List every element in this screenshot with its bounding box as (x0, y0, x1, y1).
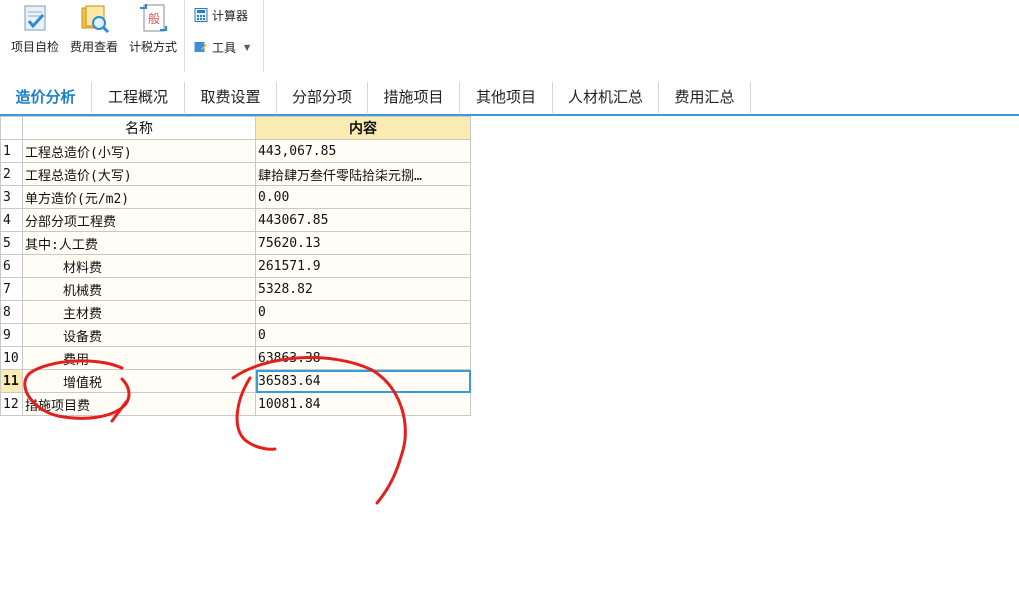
row-name-cell[interactable]: 费用 (22, 346, 256, 370)
table-row[interactable]: 5 其中:人工费 75620.13 (0, 231, 471, 255)
row-name: 机械费 (63, 283, 103, 299)
row-value[interactable]: 443067.85 (255, 208, 471, 232)
tax-method-button[interactable]: 般 计税方式 (125, 0, 181, 72)
row-number[interactable]: 7 (0, 277, 23, 301)
toolbar-divider (184, 0, 185, 72)
row-number[interactable]: 1 (0, 139, 23, 163)
table-row[interactable]: 7 机械费 5328.82 (0, 277, 471, 301)
row-number[interactable]: 4 (0, 208, 23, 232)
row-name: 增值税 (63, 375, 103, 391)
row-value[interactable]: 443,067.85 (255, 139, 471, 163)
toolbar-divider (263, 0, 264, 72)
row-number[interactable]: 5 (0, 231, 23, 255)
tab-bar: 造价分析 工程概况 取费设置 分部分项 措施项目 其他项目 人材机汇总 费用汇总 (0, 80, 1019, 116)
tools-icon (194, 42, 207, 52)
cost-search-icon (81, 5, 110, 34)
row-number[interactable]: 2 (0, 162, 23, 186)
cost-analysis-table: 名称 内容 1 工程总造价(小写) 443,067.85 2 工程总造价(大写)… (0, 116, 471, 416)
row-number[interactable]: 8 (0, 300, 23, 324)
row-name[interactable]: 单方造价(元/m2) (22, 185, 256, 209)
row-value[interactable]: 5328.82 (255, 277, 471, 301)
table-row[interactable]: 12 措施项目费 10081.84 (0, 392, 471, 416)
cost-view-button[interactable]: 费用查看 (66, 0, 122, 72)
row-number[interactable]: 6 (0, 254, 23, 278)
column-header-content[interactable]: 内容 (255, 116, 471, 140)
tools-dropdown-button[interactable]: 工具 ▼ (194, 37, 250, 57)
row-value[interactable]: 75620.13 (255, 231, 471, 255)
row-value[interactable]: 肆拾肆万叁仟零陆拾柒元捌… (255, 162, 471, 186)
row-name-cell[interactable]: 增值税 (22, 369, 256, 393)
table-row[interactable]: 2 工程总造价(大写) 肆拾肆万叁仟零陆拾柒元捌… (0, 162, 471, 186)
project-check-button[interactable]: 项目自检 (7, 0, 63, 72)
table-row[interactable]: 1 工程总造价(小写) 443,067.85 (0, 139, 471, 163)
row-name[interactable]: 工程总造价(大写) (22, 162, 256, 186)
svg-text:般: 般 (148, 11, 160, 26)
check-document-icon (24, 5, 46, 31)
row-name[interactable]: 其中:人工费 (22, 231, 256, 255)
row-value[interactable]: 10081.84 (255, 392, 471, 416)
row-number[interactable]: 11 (0, 369, 23, 393)
row-number[interactable]: 9 (0, 323, 23, 347)
tab-labor-material-summary[interactable]: 人材机汇总 (553, 82, 659, 113)
tab-sub-items[interactable]: 分部分项 (277, 82, 368, 113)
tab-measures[interactable]: 措施项目 (368, 82, 460, 113)
row-name: 主材费 (63, 306, 103, 322)
table-row-selected[interactable]: 11 增值税 36583.64 (0, 369, 471, 393)
table-row[interactable]: 10 费用 63863.38 (0, 346, 471, 370)
chevron-down-icon: ▼ (244, 42, 251, 52)
calculator-icon (194, 8, 208, 22)
row-name[interactable]: 工程总造价(小写) (22, 139, 256, 163)
row-name-cell[interactable]: 设备费 (22, 323, 256, 347)
row-value[interactable]: 0 (255, 323, 471, 347)
tab-cost-analysis[interactable]: 造价分析 (0, 82, 92, 113)
table-row[interactable]: 4 分部分项工程费 443067.85 (0, 208, 471, 232)
row-value-selected-cell[interactable]: 36583.64 (255, 369, 471, 393)
row-name-cell[interactable]: 材料费 (22, 254, 256, 278)
row-name: 材料费 (63, 260, 103, 276)
row-number[interactable]: 3 (0, 185, 23, 209)
row-name-cell[interactable]: 机械费 (22, 277, 256, 301)
tab-fee-settings[interactable]: 取费设置 (185, 82, 277, 113)
table-row[interactable]: 9 设备费 0 (0, 323, 471, 347)
row-name: 设备费 (63, 329, 103, 345)
row-value[interactable]: 63863.38 (255, 346, 471, 370)
table-header-row: 名称 内容 (0, 116, 471, 140)
row-value[interactable]: 261571.9 (255, 254, 471, 278)
row-value[interactable]: 0.00 (255, 185, 471, 209)
row-name: 费用 (63, 352, 90, 368)
tab-cost-summary[interactable]: 费用汇总 (659, 82, 751, 113)
calculator-button[interactable]: 计算器 (194, 5, 248, 25)
table-row[interactable]: 8 主材费 0 (0, 300, 471, 324)
table-row[interactable]: 6 材料费 261571.9 (0, 254, 471, 278)
ribbon-toolbar: 项目自检 费用查看 般 计税方式 计算器 工具 ▼ (0, 0, 1019, 78)
row-number[interactable]: 10 (0, 346, 23, 370)
corner-cell (0, 116, 23, 140)
row-name[interactable]: 措施项目费 (22, 392, 256, 416)
row-number[interactable]: 12 (0, 392, 23, 416)
row-name[interactable]: 分部分项工程费 (22, 208, 256, 232)
column-header-name[interactable]: 名称 (22, 116, 256, 140)
tax-document-icon: 般 (140, 4, 167, 32)
row-value[interactable]: 0 (255, 300, 471, 324)
row-name-cell[interactable]: 主材费 (22, 300, 256, 324)
tab-other-items[interactable]: 其他项目 (460, 82, 553, 113)
table-row[interactable]: 3 单方造价(元/m2) 0.00 (0, 185, 471, 209)
tab-project-overview[interactable]: 工程概况 (92, 82, 185, 113)
